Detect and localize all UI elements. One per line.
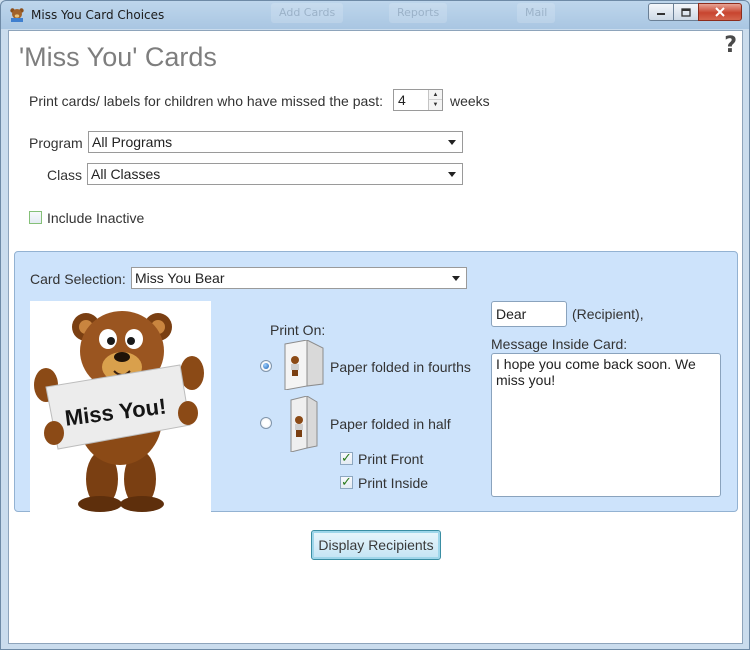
class-label: Class xyxy=(47,167,83,183)
checkmark-icon: ✓ xyxy=(341,474,352,489)
weeks-unit: weeks xyxy=(450,93,490,109)
display-recipients-button[interactable]: Display Recipients xyxy=(311,530,441,560)
page-title: 'Miss You' Cards xyxy=(19,42,217,72)
app-window: Miss You Card Choices Add Cards Reports … xyxy=(0,0,750,650)
fold-fourths-radio[interactable] xyxy=(260,360,272,372)
message-label: Message Inside Card: xyxy=(491,336,628,352)
card-selection-select[interactable]: Miss You Bear xyxy=(131,267,467,289)
chevron-down-icon xyxy=(452,276,460,281)
print-front-label[interactable]: Print Front xyxy=(358,451,423,467)
stepper-down-icon[interactable]: ▼ xyxy=(429,100,442,110)
folded-fourths-card-icon xyxy=(284,340,324,390)
weeks-stepper[interactable]: 4 ▲ ▼ xyxy=(393,89,443,111)
weeks-value[interactable]: 4 xyxy=(398,92,406,108)
include-inactive-label[interactable]: Include Inactive xyxy=(47,210,144,226)
checkmark-icon: ✓ xyxy=(341,450,352,465)
class-value: All Classes xyxy=(91,166,161,182)
print-on-label: Print On: xyxy=(270,322,326,338)
print-inside-checkbox[interactable]: ✓ xyxy=(340,474,353,489)
include-inactive-checkbox[interactable] xyxy=(29,211,42,224)
maximize-icon xyxy=(681,7,691,17)
message-textarea[interactable]: I hope you come back soon. We miss you! xyxy=(491,353,721,497)
salutation-input[interactable]: Dear xyxy=(491,301,567,327)
close-button[interactable] xyxy=(698,3,742,21)
card-preview: Miss You! xyxy=(30,301,211,512)
card-selection-label: Card Selection: xyxy=(30,271,126,287)
background-tab: Mail xyxy=(517,3,556,23)
fold-fourths-label[interactable]: Paper folded in fourths xyxy=(330,359,471,375)
background-tab: Add Cards xyxy=(271,3,344,23)
recipient-label: (Recipient), xyxy=(572,306,644,322)
card-selection-value: Miss You Bear xyxy=(135,270,225,286)
close-icon xyxy=(715,7,725,17)
title-bar[interactable]: Miss You Card Choices Add Cards Reports … xyxy=(1,1,749,29)
bear-app-icon xyxy=(10,8,24,22)
fold-half-radio[interactable] xyxy=(260,417,272,429)
caption-buttons xyxy=(648,3,742,22)
program-select[interactable]: All Programs xyxy=(88,131,463,153)
background-tab: Reports xyxy=(389,3,448,23)
stepper-arrows: ▲ ▼ xyxy=(428,90,442,110)
weeks-label: Print cards/ labels for children who hav… xyxy=(29,93,384,109)
chevron-down-icon xyxy=(448,140,456,145)
print-front-checkbox[interactable]: ✓ xyxy=(340,450,353,465)
fold-half-label[interactable]: Paper folded in half xyxy=(330,416,451,432)
minimize-icon xyxy=(657,13,665,15)
stepper-up-icon[interactable]: ▲ xyxy=(429,90,442,100)
maximize-button[interactable] xyxy=(673,3,699,21)
chevron-down-icon xyxy=(448,172,456,177)
bear-illustration: Miss You! xyxy=(34,311,204,512)
print-inside-label[interactable]: Print Inside xyxy=(358,475,428,491)
window-title: Miss You Card Choices xyxy=(31,8,165,22)
class-select[interactable]: All Classes xyxy=(87,163,463,185)
card-panel: Card Selection: Miss You Bear Miss You! … xyxy=(14,251,738,512)
minimize-button[interactable] xyxy=(648,3,674,21)
radio-selected-icon xyxy=(263,363,269,369)
program-label: Program xyxy=(29,135,83,151)
help-icon[interactable]: ? xyxy=(724,33,737,58)
folded-half-card-icon xyxy=(290,396,318,452)
program-value: All Programs xyxy=(92,134,173,150)
dialog-body: ? 'Miss You' Cards Print cards/ labels f… xyxy=(8,30,743,644)
